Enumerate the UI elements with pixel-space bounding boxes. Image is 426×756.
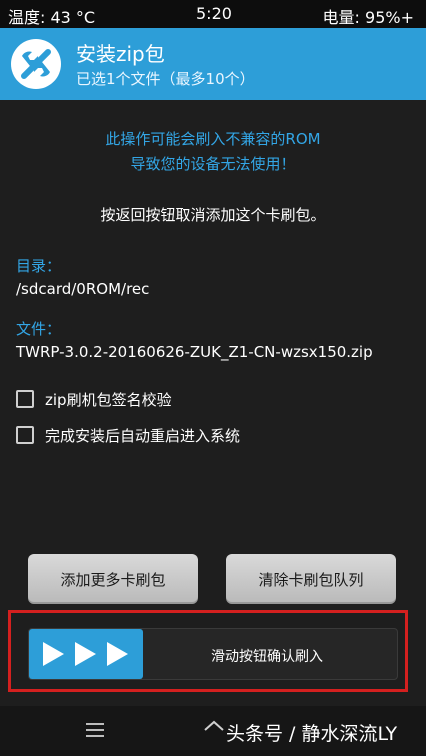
watermark-text: 头条号 / 静水深流LY	[226, 723, 398, 745]
status-temperature: 温度: 43 °C	[8, 8, 96, 27]
warning-line-1: 此操作可能会刷入不兼容的ROM	[105, 130, 321, 148]
directory-label: 目录：	[16, 257, 62, 275]
status-bar: 温度: 43 °C 5:20 电量: 95%+	[0, 0, 426, 28]
checkbox-label: zip刷机包签名校验	[45, 391, 172, 409]
checkbox-label: 完成安装后自动重启进入系统	[45, 427, 241, 445]
directory-value: /sdcard/0ROM/rec	[16, 280, 150, 298]
add-more-zips-button[interactable]: 添加更多卡刷包	[28, 554, 198, 604]
file-label: 文件：	[16, 320, 62, 338]
header: 安装zip包 已选1个文件（最多10个）	[0, 28, 426, 100]
nav-bar: 头条号 / 静水深流LY	[0, 706, 426, 756]
status-time: 5:20	[196, 4, 232, 23]
checkbox[interactable]	[16, 390, 34, 408]
instruction-text: 按返回按钮取消添加这个卡刷包。	[100, 206, 326, 224]
status-battery: 电量: 95%+	[322, 8, 414, 27]
home-icon[interactable]	[202, 718, 226, 742]
header-subtitle: 已选1个文件（最多10个）	[76, 70, 255, 88]
slider-label: 滑动按钮确认刷入	[211, 649, 323, 665]
checkbox[interactable]	[16, 426, 34, 444]
triple-play-arrow-icon	[43, 642, 128, 666]
swipe-to-flash-slider[interactable]: 滑动按钮确认刷入	[28, 628, 398, 680]
clear-zip-queue-button[interactable]: 清除卡刷包队列	[226, 554, 396, 604]
slider-handle[interactable]	[29, 629, 143, 679]
file-value: TWRP-3.0.2-20160626-ZUK_Z1-CN-wzsx150.zi…	[16, 343, 373, 361]
header-title: 安装zip包	[76, 42, 165, 66]
menu-icon[interactable]	[86, 722, 104, 738]
warning-line-2: 导致您的设备无法使用！	[130, 155, 296, 173]
twrp-logo-icon	[10, 38, 62, 90]
